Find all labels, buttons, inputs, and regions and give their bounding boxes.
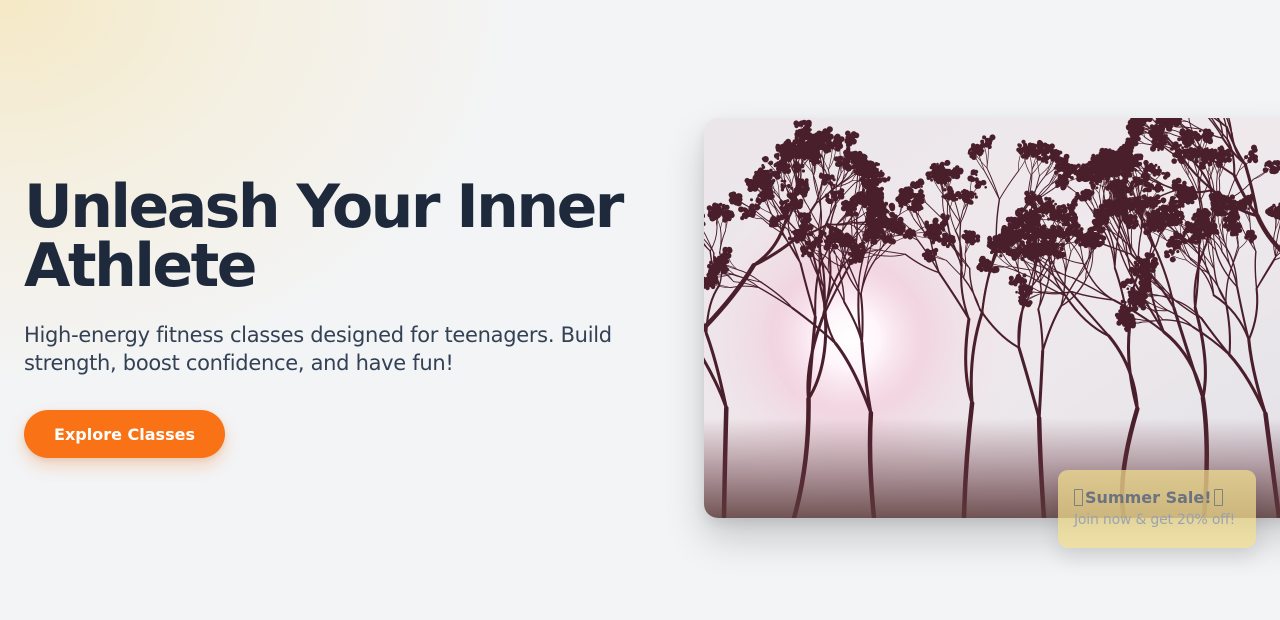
promo-title-text: Summer Sale! — [1085, 488, 1212, 507]
sun-emoji-icon — [1074, 489, 1083, 506]
summer-sale-badge[interactable]: Summer Sale! Join now & get 20% off! — [1058, 470, 1256, 548]
tree-branches-photo — [704, 118, 1280, 518]
promo-title: Summer Sale! — [1074, 488, 1256, 507]
promo-subtitle: Join now & get 20% off! — [1074, 512, 1236, 528]
hero-subtitle: High-energy fitness classes designed for… — [24, 323, 612, 375]
hero-headline: Unleash Your Inner Athlete — [24, 172, 624, 301]
explore-classes-button[interactable]: Explore Classes — [24, 410, 225, 458]
hero-section: Unleash Your Inner Athlete High-energy f… — [24, 172, 664, 377]
hero-image — [704, 118, 1280, 518]
sparkle-emoji-icon — [1213, 489, 1223, 506]
